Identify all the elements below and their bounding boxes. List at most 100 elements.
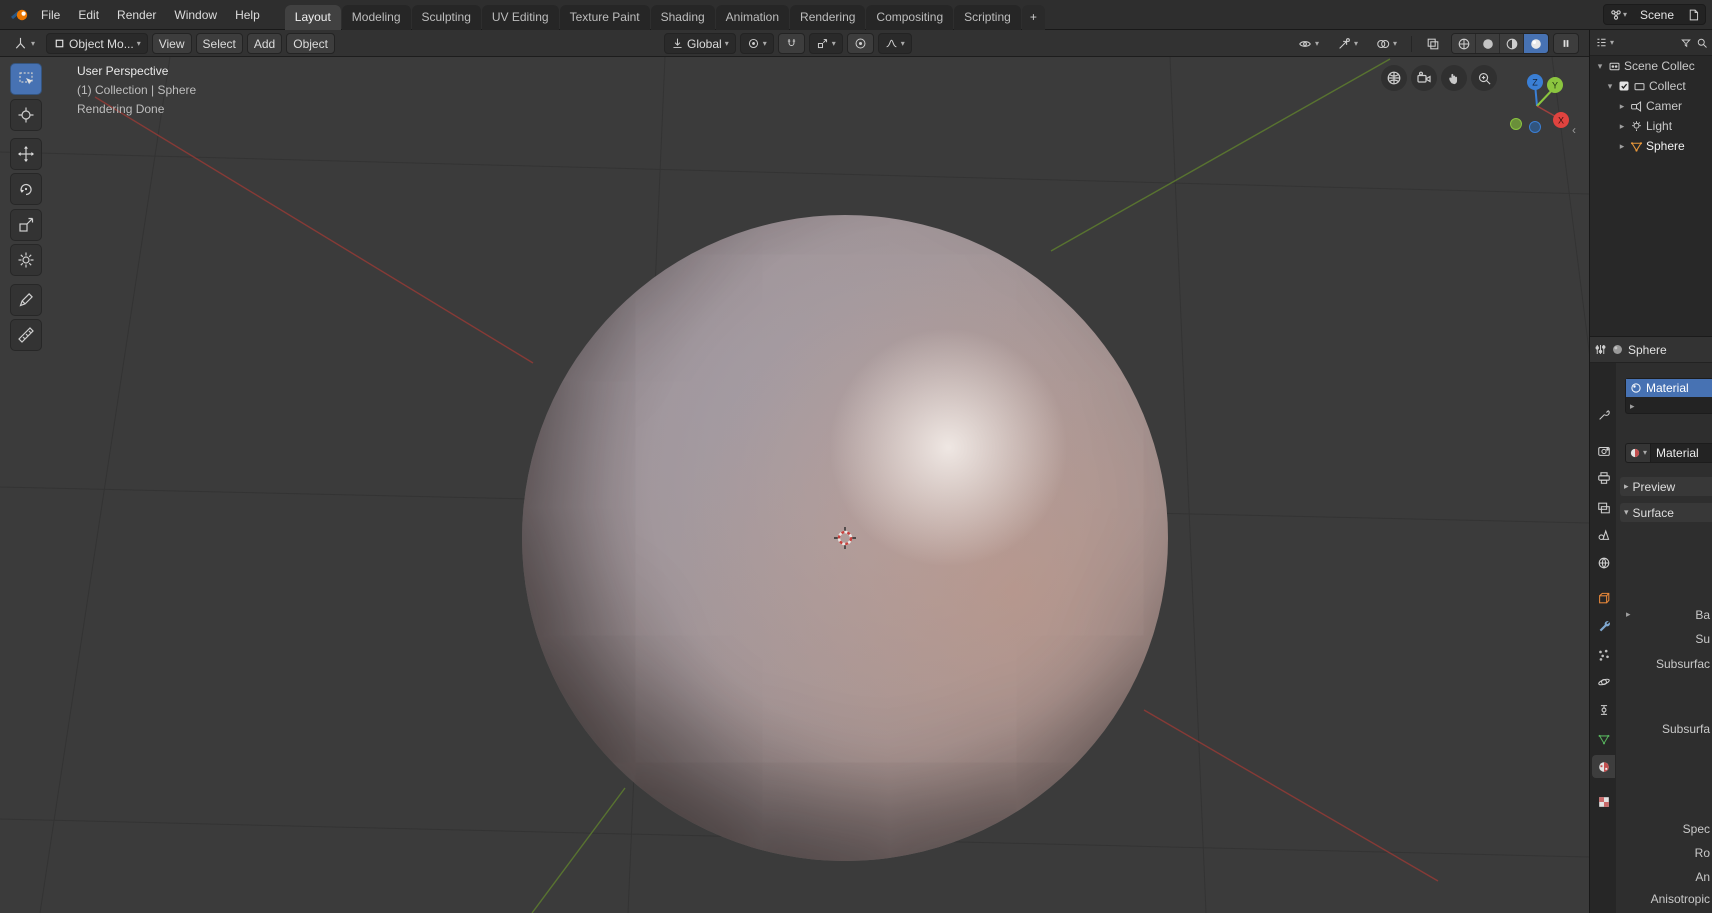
measure-tool[interactable] xyxy=(10,319,42,351)
tab-scene[interactable] xyxy=(1592,523,1615,546)
object-menu[interactable]: Object xyxy=(286,33,335,54)
material-slot-empty-row[interactable]: ▸ xyxy=(1626,397,1712,415)
menu-help[interactable]: Help xyxy=(226,0,269,30)
outliner-row-sphere[interactable]: ▸ Sphere xyxy=(1590,136,1712,156)
viewport-3d[interactable]: User Perspective (1) Collection | Sphere… xyxy=(0,57,1589,913)
tab-modeling[interactable]: Modeling xyxy=(342,5,411,30)
tab-output[interactable] xyxy=(1592,466,1615,489)
tab-scripting[interactable]: Scripting xyxy=(954,5,1021,30)
tab-object[interactable] xyxy=(1592,586,1615,609)
tab-layout[interactable]: Layout xyxy=(285,5,341,30)
tab-texture-paint[interactable]: Texture Paint xyxy=(560,5,650,30)
add-workspace-button[interactable]: + xyxy=(1022,5,1045,30)
tab-texture[interactable] xyxy=(1592,790,1615,813)
overlays-dropdown[interactable]: ▾ xyxy=(1369,33,1404,54)
preview-section-label: Preview xyxy=(1633,480,1676,494)
chevron-down-icon: ▾ xyxy=(137,40,141,48)
scene-name-field[interactable]: Scene xyxy=(1632,8,1682,22)
shading-wireframe-button[interactable] xyxy=(1452,34,1476,53)
outliner-item-label: Camer xyxy=(1646,99,1682,113)
proportional-editing-button[interactable] xyxy=(847,33,874,54)
tab-world[interactable] xyxy=(1592,551,1615,574)
tab-render[interactable] xyxy=(1592,439,1615,462)
surface-section-header[interactable]: ▾ Surface xyxy=(1620,503,1712,522)
chevron-right-icon[interactable]: ▸ xyxy=(1617,141,1627,152)
tab-uv-editing[interactable]: UV Editing xyxy=(482,5,559,30)
shading-solid-button[interactable] xyxy=(1476,34,1500,53)
new-scene-button[interactable] xyxy=(1682,5,1705,24)
outliner-row-camera[interactable]: ▸ Camer xyxy=(1590,96,1712,116)
search-icon[interactable] xyxy=(1696,37,1708,49)
visibility-dropdown[interactable]: ▾ xyxy=(1291,33,1326,54)
select-menu[interactable]: Select xyxy=(196,33,243,54)
menu-window[interactable]: Window xyxy=(165,0,226,30)
checkbox-checked-icon[interactable] xyxy=(1618,80,1630,92)
navigation-gizmo[interactable]: Z Y X xyxy=(1497,64,1577,144)
tab-animation[interactable]: Animation xyxy=(716,5,789,30)
material-name-field[interactable]: Material xyxy=(1651,443,1712,463)
snap-toggle-button[interactable] xyxy=(778,33,805,54)
move-tool[interactable] xyxy=(10,138,42,170)
pause-render-button[interactable] xyxy=(1553,33,1579,54)
scale-tool[interactable] xyxy=(10,209,42,241)
transform-orientation-dropdown[interactable]: Global ▾ xyxy=(664,33,736,54)
shading-rendered-button[interactable] xyxy=(1524,34,1548,53)
chevron-down-icon: ▾ xyxy=(1624,507,1629,518)
filter-icon[interactable] xyxy=(1680,37,1692,49)
zoom-view-button[interactable] xyxy=(1471,65,1497,91)
render-status-label: Rendering Done xyxy=(77,100,196,119)
pivot-point-dropdown[interactable]: ▾ xyxy=(740,33,774,54)
menu-edit[interactable]: Edit xyxy=(69,0,108,30)
tab-tool[interactable] xyxy=(1592,403,1615,426)
tab-compositing[interactable]: Compositing xyxy=(866,5,953,30)
chevron-down-icon[interactable]: ▾ xyxy=(1605,81,1615,92)
preview-section-header[interactable]: ▸ Preview xyxy=(1620,477,1712,496)
tab-material[interactable] xyxy=(1592,755,1615,778)
annotate-tool[interactable] xyxy=(10,284,42,316)
rotate-tool[interactable] xyxy=(10,173,42,205)
tab-constraints[interactable] xyxy=(1592,698,1615,721)
browse-scene-button[interactable]: ▾ xyxy=(1604,5,1632,24)
browse-material-button[interactable]: ▾ xyxy=(1625,443,1651,463)
cursor-tool[interactable] xyxy=(10,99,42,131)
base-color-expand-icon[interactable]: ▸ xyxy=(1626,609,1631,620)
sidebar-toggle-icon[interactable]: ‹ xyxy=(1572,123,1576,137)
gizmos-dropdown[interactable]: ▾ xyxy=(1330,33,1365,54)
outliner-row-light[interactable]: ▸ Light xyxy=(1590,116,1712,136)
outliner-row-scene-collection[interactable]: ▾ Scene Collec xyxy=(1590,56,1712,76)
cursor-3d-icon xyxy=(833,526,857,550)
view-menu[interactable]: View xyxy=(152,33,192,54)
xray-toggle-button[interactable] xyxy=(1419,33,1447,54)
add-menu[interactable]: Add xyxy=(247,33,282,54)
chevron-right-icon[interactable]: ▸ xyxy=(1617,101,1627,112)
select-box-tool[interactable] xyxy=(10,63,42,95)
chevron-right-icon[interactable]: ▸ xyxy=(1617,121,1627,132)
outliner-row-collection[interactable]: ▾ Collect xyxy=(1590,76,1712,96)
outliner-editor-button[interactable]: ▾ xyxy=(1595,36,1614,49)
pan-view-button[interactable] xyxy=(1441,65,1467,91)
camera-view-button[interactable] xyxy=(1411,65,1437,91)
property-label-subsurface: Su xyxy=(1695,632,1710,646)
tab-particles[interactable] xyxy=(1592,643,1615,666)
chevron-down-icon[interactable]: ▾ xyxy=(1595,61,1605,72)
perspective-toggle-button[interactable] xyxy=(1381,65,1407,91)
snap-target-dropdown[interactable]: ▾ xyxy=(809,33,843,54)
chevron-right-icon[interactable]: ▸ xyxy=(1630,401,1635,412)
menu-file[interactable]: File xyxy=(32,0,69,30)
mode-dropdown[interactable]: Object Mo... ▾ xyxy=(46,33,148,54)
transform-tool[interactable] xyxy=(10,244,42,276)
properties-editor-button[interactable] xyxy=(1594,343,1607,356)
material-slot-row[interactable]: Material xyxy=(1626,379,1712,397)
menu-render[interactable]: Render xyxy=(108,0,165,30)
tab-object-data[interactable] xyxy=(1592,727,1615,750)
tab-view-layer[interactable] xyxy=(1592,496,1615,519)
proportional-falloff-dropdown[interactable]: ▾ xyxy=(878,33,912,54)
editor-type-button[interactable]: ▾ xyxy=(6,33,42,54)
tab-physics[interactable] xyxy=(1592,670,1615,693)
tab-rendering[interactable]: Rendering xyxy=(790,5,865,30)
tab-shading[interactable]: Shading xyxy=(651,5,715,30)
tab-modifiers[interactable] xyxy=(1592,614,1615,637)
tab-sculpting[interactable]: Sculpting xyxy=(412,5,481,30)
blender-logo-icon[interactable] xyxy=(8,6,32,24)
shading-material-button[interactable] xyxy=(1500,34,1524,53)
